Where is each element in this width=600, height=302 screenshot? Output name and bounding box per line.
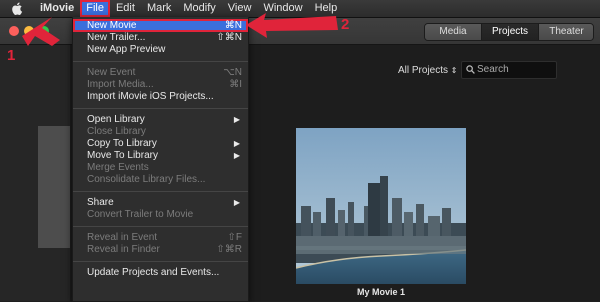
- menu-item-consolidate-library: Consolidate Library Files...: [73, 174, 248, 186]
- filter-label: All Projects: [398, 65, 449, 76]
- menu-edit[interactable]: Edit: [110, 0, 141, 17]
- tab-projects[interactable]: Projects: [482, 24, 539, 40]
- menu-separator: [73, 61, 248, 62]
- file-menu-dropdown: New Movie ⌘N New Trailer... ⇧⌘N New App …: [72, 17, 249, 302]
- event-thumbnail[interactable]: [38, 126, 70, 248]
- menu-item-label: Open Library: [87, 114, 145, 125]
- apple-icon[interactable]: [11, 2, 23, 15]
- menu-item-label: Update Projects and Events...: [87, 267, 220, 278]
- city-skyline-image: [296, 128, 466, 284]
- menu-separator: [73, 226, 248, 227]
- menu-bar: iMovie File Edit Mark Modify View Window…: [0, 0, 600, 18]
- search-field[interactable]: Search: [461, 61, 557, 79]
- menu-item-label: New Trailer...: [87, 32, 146, 43]
- menu-item-merge-events: Merge Events: [73, 162, 248, 174]
- menu-item-close-library: Close Library: [73, 126, 248, 138]
- menu-app-name[interactable]: iMovie: [36, 0, 79, 17]
- submenu-arrow-icon: ▶: [233, 139, 240, 148]
- updown-chevron-icon: ⇕: [450, 66, 458, 75]
- zoom-window-button[interactable]: [39, 26, 49, 36]
- step-1-label: 1: [7, 47, 16, 64]
- menu-item-label: Merge Events: [87, 162, 149, 173]
- menu-file[interactable]: File: [80, 0, 110, 17]
- menu-item-label: Copy To Library: [87, 138, 157, 149]
- submenu-arrow-icon: ▶: [233, 198, 240, 207]
- menu-modify[interactable]: Modify: [177, 0, 221, 17]
- menu-item-convert-trailer: Convert Trailer to Movie: [73, 209, 248, 221]
- menu-view[interactable]: View: [222, 0, 258, 17]
- menu-item-shortcut: ⇧F: [227, 232, 243, 243]
- menu-item-label: Reveal in Event: [87, 232, 158, 243]
- menu-window[interactable]: Window: [257, 0, 308, 17]
- search-placeholder: Search: [477, 64, 509, 75]
- tab-theater[interactable]: Theater: [539, 24, 593, 40]
- menu-mark[interactable]: Mark: [141, 0, 177, 17]
- menu-item-new-trailer[interactable]: New Trailer... ⇧⌘N: [73, 32, 248, 44]
- menu-item-new-movie[interactable]: New Movie ⌘N: [73, 19, 248, 32]
- menu-item-label: Import Media...: [87, 79, 154, 90]
- project-title[interactable]: My Movie 1: [296, 287, 466, 297]
- menu-help[interactable]: Help: [309, 0, 344, 17]
- menu-item-label: New Event: [87, 67, 136, 78]
- menu-item-update-projects[interactable]: Update Projects and Events...: [73, 267, 248, 279]
- menu-item-shortcut: ⌥N: [223, 67, 242, 78]
- menu-item-import-ios-projects[interactable]: Import iMovie iOS Projects...: [73, 91, 248, 103]
- menu-item-label: New Movie: [87, 20, 137, 31]
- menu-item-new-event: New Event ⌥N: [73, 67, 248, 79]
- search-icon: [466, 65, 475, 74]
- close-window-button[interactable]: [9, 26, 19, 36]
- menu-item-label: Import iMovie iOS Projects...: [87, 91, 214, 102]
- menu-item-open-library[interactable]: Open Library ▶: [73, 114, 248, 126]
- menu-item-label: Share: [87, 197, 114, 208]
- menu-item-reveal-in-finder: Reveal in Finder ⇧⌘R: [73, 244, 248, 256]
- menu-item-import-media: Import Media... ⌘I: [73, 79, 248, 91]
- tab-media[interactable]: Media: [425, 24, 482, 40]
- menu-item-share[interactable]: Share ▶: [73, 197, 248, 209]
- submenu-arrow-icon: ▶: [233, 151, 240, 160]
- menu-separator: [73, 261, 248, 262]
- menu-item-new-app-preview[interactable]: New App Preview: [73, 44, 248, 56]
- step-2-label: 2: [341, 16, 350, 33]
- menu-item-reveal-in-event: Reveal in Event ⇧F: [73, 232, 248, 244]
- submenu-arrow-icon: ▶: [233, 115, 240, 124]
- menu-item-label: Move To Library: [87, 150, 158, 161]
- menu-separator: [73, 191, 248, 192]
- view-segmented-control: Media Projects Theater: [424, 23, 594, 41]
- menu-item-shortcut: ⇧⌘R: [216, 244, 242, 255]
- menu-item-label: Convert Trailer to Movie: [87, 209, 194, 220]
- menu-item-shortcut: ⌘I: [229, 79, 242, 90]
- menu-item-label: Close Library: [87, 126, 146, 137]
- all-projects-filter[interactable]: All Projects ⇕: [398, 65, 458, 76]
- menu-separator: [73, 108, 248, 109]
- menu-item-copy-to-library[interactable]: Copy To Library ▶: [73, 138, 248, 150]
- project-thumbnail[interactable]: [296, 128, 466, 284]
- menu-item-shortcut: ⇧⌘N: [216, 32, 242, 43]
- menu-item-label: Consolidate Library Files...: [87, 174, 206, 185]
- minimize-window-button[interactable]: [24, 26, 34, 36]
- menu-item-label: Reveal in Finder: [87, 244, 160, 255]
- menu-item-move-to-library[interactable]: Move To Library ▶: [73, 150, 248, 162]
- menu-item-shortcut: ⌘N: [224, 20, 242, 31]
- menu-item-label: New App Preview: [87, 44, 166, 55]
